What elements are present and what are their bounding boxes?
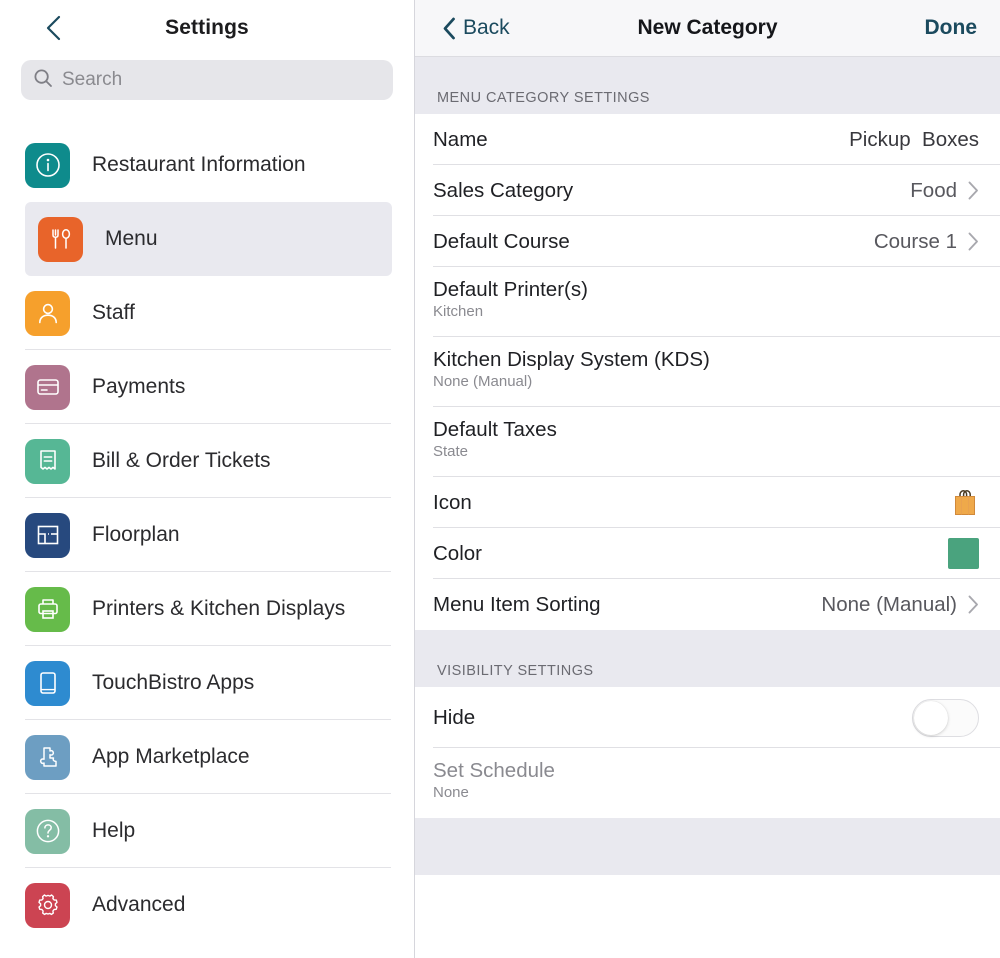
row-label: Hide [433,705,476,729]
chevron-left-icon[interactable] [40,15,66,41]
row-label: Menu Item Sorting [433,592,601,616]
sidebar-search-container: Search [0,56,414,100]
row-hide[interactable]: Hide [415,687,1000,748]
row-label: Set Schedule [433,759,555,782]
printer-icon [25,586,70,632]
sidebar-item-advanced[interactable]: Advanced [0,868,414,942]
visibility-settings-card: Hide Set Schedule None [415,687,1000,818]
row-label: Name [433,127,488,151]
back-button[interactable]: Back [442,16,510,40]
row-label: Default Printer(s) [433,278,588,301]
sidebar-item-label: Menu [105,227,158,250]
sidebar-item-label: Help [92,819,136,842]
sidebar-item-label: Bill & Order Tickets [92,449,271,472]
credit-card-icon [25,364,70,410]
row-subtitle: None (Manual) [433,373,533,390]
row-subtitle: State [433,443,469,460]
row-set-schedule[interactable]: Set Schedule None [415,748,1000,818]
chevron-right-icon [968,181,979,200]
search-icon [33,68,62,93]
sidebar-item-printers-and-kitchen-displays[interactable]: Printers & Kitchen Displays [0,572,414,646]
sidebar-menu-list: Restaurant Information Menu Staff Paymen… [0,128,414,958]
done-button[interactable]: Done [925,16,978,40]
row-subtitle: Kitchen [433,303,484,320]
menu-category-settings-card: Name Pickup Boxes Sales Category Food De… [415,114,1000,630]
puzzle-piece-icon [25,734,70,780]
toggle-knob [914,700,948,735]
sidebar-navbar: Settings [0,0,414,56]
sidebar-item-bill-and-order-tickets[interactable]: Bill & Order Tickets [0,424,414,498]
default-course-value: Course 1 [873,229,957,253]
settings-sidebar: Settings Search Restaurant Information M… [0,0,415,958]
row-default-printers[interactable]: Default Printer(s) Kitchen [415,267,1000,337]
info-circle-icon [25,142,70,188]
sidebar-item-label: Payments [92,375,186,398]
sidebar-item-label: Advanced [92,893,186,916]
menu-item-sorting-value: None (Manual) [821,592,957,616]
sales-category-value: Food [910,178,957,202]
sidebar-item-label: Printers & Kitchen Displays [92,597,346,620]
sidebar-item-menu[interactable]: Menu [25,202,392,276]
app-root: Settings Search Restaurant Information M… [0,0,1000,958]
sidebar-item-label: Floorplan [92,523,180,546]
receipt-icon [25,438,70,484]
sidebar-item-floorplan[interactable]: Floorplan [0,498,414,572]
row-icon[interactable]: Icon [415,477,1000,528]
section-header-menu-category-settings: MENU CATEGORY SETTINGS [415,57,1000,114]
sidebar-item-label: TouchBistro Apps [92,671,255,694]
row-subtitle: None [433,784,469,801]
row-name[interactable]: Name Pickup Boxes [415,114,1000,165]
row-label: Kitchen Display System (KDS) [433,348,710,371]
gear-icon [25,882,70,928]
section-header-visibility-settings: VISIBILITY SETTINGS [415,630,1000,687]
search-input[interactable]: Search [21,60,393,100]
sidebar-item-label: App Marketplace [92,745,250,768]
sidebar-item-label: Staff [92,301,135,324]
sidebar-item-payments[interactable]: Payments [0,350,414,424]
fork-knife-icon [38,216,83,262]
sidebar-item-app-marketplace[interactable]: App Marketplace [0,720,414,794]
floorplan-icon [25,512,70,558]
detail-navbar: Back New Category Done [415,0,1000,57]
chevron-right-icon [968,232,979,251]
back-label: Back [463,16,510,39]
row-label: Color [433,541,482,565]
row-label: Default Taxes [433,418,557,441]
search-placeholder: Search [62,69,123,90]
tablet-icon [25,660,70,706]
row-kitchen-display-system[interactable]: Kitchen Display System (KDS) None (Manua… [415,337,1000,407]
row-default-course[interactable]: Default Course Course 1 [415,216,1000,267]
row-menu-item-sorting[interactable]: Menu Item Sorting None (Manual) [415,579,1000,630]
row-default-taxes[interactable]: Default Taxes State [415,407,1000,477]
sidebar-item-restaurant-information[interactable]: Restaurant Information [0,128,414,202]
color-swatch[interactable] [948,538,979,569]
name-value[interactable]: Pickup Boxes [849,128,979,152]
row-sales-category[interactable]: Sales Category Food [415,165,1000,216]
sidebar-item-staff[interactable]: Staff [0,276,414,350]
sidebar-item-touchbistro-apps[interactable]: TouchBistro Apps [0,646,414,720]
person-icon [25,290,70,336]
row-label: Default Course [433,229,570,253]
delete-category-card: Delete This Category [415,875,1000,958]
sidebar-item-label: Restaurant Information [92,153,306,176]
hide-toggle[interactable] [912,698,979,737]
chevron-right-icon [968,595,979,614]
row-label: Sales Category [433,178,574,202]
question-circle-icon [25,808,70,854]
chevron-left-icon [442,17,463,40]
sidebar-item-help[interactable]: Help [0,794,414,868]
row-color[interactable]: Color [415,528,1000,579]
detail-panel: Back New Category Done MENU CATEGORY SET… [415,0,1000,958]
section-gap [415,818,1000,875]
detail-scroll-area: MENU CATEGORY SETTINGS Name Pickup Boxes… [415,57,1000,958]
shopping-bag-icon[interactable] [951,488,979,518]
row-label: Icon [433,490,472,514]
